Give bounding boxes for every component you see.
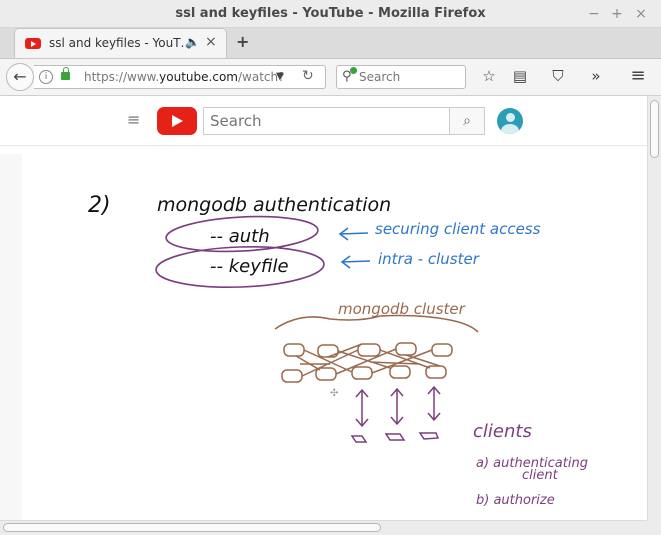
browser-search-input[interactable] <box>359 68 459 86</box>
add-search-engine-icon <box>350 67 357 74</box>
item-number: 2) <box>88 193 111 218</box>
client-arrows <box>350 385 441 443</box>
vertical-scrollbar[interactable] <box>647 96 661 520</box>
note-securing: securing client access <box>375 220 541 238</box>
close-tab-icon[interactable]: × <box>205 34 217 50</box>
back-button[interactable]: ← <box>6 63 34 91</box>
heading-text: mongodb authentication <box>157 194 391 216</box>
avatar[interactable] <box>497 108 523 134</box>
browser-search-box[interactable]: ⚲ <box>336 65 466 89</box>
url-prefix: https://www. <box>84 70 160 84</box>
pocket-icon[interactable]: ⛉ <box>548 67 568 87</box>
tab-youtube[interactable]: ssl and keyfiles - YouT… 🔈 × <box>14 28 227 58</box>
close-window-button[interactable]: × <box>632 5 650 23</box>
web-page: ≡ ⌕ 2) mongodb authentication -- auth --… <box>0 96 647 520</box>
info-icon[interactable]: i <box>39 70 53 84</box>
clients-label: clients <box>473 421 532 442</box>
keyfile-item: -- keyfile <box>210 256 289 277</box>
client-b: b) authorize <box>476 493 555 508</box>
cursor-crosshair-icon: ✣ <box>330 388 338 399</box>
youtube-favicon-icon <box>25 38 41 49</box>
blue-arrows <box>338 227 371 269</box>
url-domain: youtube.com <box>159 70 238 84</box>
url-dropdown-icon[interactable]: ▼ <box>276 71 284 82</box>
menu-icon[interactable]: ≡ <box>628 65 648 86</box>
youtube-search-box[interactable] <box>203 107 450 135</box>
client-a-line2: client <box>522 468 559 483</box>
overflow-icon[interactable]: » <box>586 67 606 87</box>
avatar-body <box>501 124 519 134</box>
window-title: ssl and keyfiles - YouTube - Mozilla Fir… <box>175 6 486 21</box>
maximize-button[interactable]: + <box>608 5 626 23</box>
note-intra-cluster: intra - cluster <box>378 250 480 268</box>
speaker-icon[interactable]: 🔈 <box>185 35 200 49</box>
avatar-head <box>506 113 515 122</box>
youtube-search-input[interactable] <box>210 111 440 131</box>
lock-icon[interactable] <box>61 67 70 80</box>
url-text[interactable]: https://www.youtube.com/watch? <box>84 70 284 84</box>
navigation-toolbar: i https://www.youtube.com/watch? ▼ ↻ ← ⚲… <box>0 58 661 96</box>
cluster-nodes <box>281 342 453 383</box>
video-player[interactable]: 2) mongodb authentication -- auth -- key… <box>0 154 647 520</box>
guide-menu-icon[interactable]: ≡ <box>127 110 140 129</box>
reload-icon[interactable]: ↻ <box>302 68 314 84</box>
youtube-search-button[interactable]: ⌕ <box>449 107 485 135</box>
scroll-corner <box>647 520 661 535</box>
bookmark-star-icon[interactable]: ☆ <box>479 67 499 87</box>
youtube-masthead: ≡ ⌕ <box>0 96 647 146</box>
youtube-logo[interactable] <box>157 107 197 135</box>
reader-list-icon[interactable]: ▤ <box>510 67 530 87</box>
url-bar[interactable]: i https://www.youtube.com/watch? ▼ ↻ <box>34 65 326 89</box>
whiteboard-drawing: 2) mongodb authentication -- auth -- key… <box>88 193 588 508</box>
horizontal-scroll-thumb[interactable] <box>3 523 381 532</box>
video-left-edge <box>0 154 22 520</box>
tab-label: ssl and keyfiles - YouT… <box>49 36 193 50</box>
vertical-scroll-thumb[interactable] <box>650 100 659 158</box>
window-titlebar: ssl and keyfiles - YouTube - Mozilla Fir… <box>0 0 661 28</box>
auth-item: -- auth <box>210 226 270 247</box>
new-tab-button[interactable]: + <box>236 32 249 51</box>
minimize-button[interactable]: − <box>585 5 603 23</box>
horizontal-scrollbar[interactable] <box>0 520 647 535</box>
